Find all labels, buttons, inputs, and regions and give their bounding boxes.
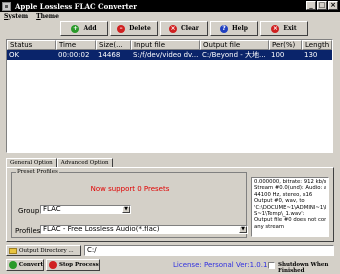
output-directory-input[interactable]: C:/: [84, 245, 334, 256]
preset-count-text: Now support 0 Presets: [90, 185, 170, 193]
toolbar: + Add – Delete × Clear ? Help × Exit: [0, 21, 340, 38]
cell-status: OK: [9, 51, 20, 59]
cell-output-file: C:/Beyond - 大地...: [202, 51, 266, 59]
license-text: License: Personal Ver:1.0.1: [173, 261, 268, 269]
help-button[interactable]: ? Help: [210, 21, 258, 36]
add-button[interactable]: + Add: [60, 21, 108, 36]
log-line: Output file #0 does not contain: [254, 217, 326, 224]
delete-button[interactable]: – Delete: [110, 21, 158, 36]
convert-button[interactable]: Convert: [6, 259, 44, 271]
shutdown-checkbox[interactable]: [268, 262, 275, 269]
log-line: Stream #0.0(und): Audio: alac,: [254, 185, 326, 192]
column-size[interactable]: Size(...: [96, 40, 131, 50]
file-list-table[interactable]: Status Time Size(... Input file Output f…: [6, 39, 333, 153]
stop-process-button[interactable]: Stop Process: [46, 259, 100, 271]
plus-icon: +: [71, 24, 80, 33]
column-input-file[interactable]: Input file: [131, 40, 200, 50]
column-time[interactable]: Time: [56, 40, 96, 50]
general-option-panel: Preset Profiles Now support 0 Presets Gr…: [6, 167, 334, 242]
delete-icon: –: [117, 24, 126, 33]
cell-size: 14468: [98, 51, 121, 59]
log-output[interactable]: 0.000000, bitrate: 912 kb/s Stream #0.0(…: [251, 177, 329, 237]
cell-percent: 100: [271, 51, 285, 59]
window-controls: _ □ ×: [306, 1, 338, 10]
clear-button[interactable]: × Clear: [160, 21, 208, 36]
menu-bar: System Theme: [0, 12, 340, 21]
preset-profiles-legend: Preset Profiles: [16, 169, 59, 175]
table-row[interactable]: OK 00:00:02 14468 S:/f/dev/video dv... C…: [7, 50, 332, 60]
column-output-file[interactable]: Output file: [200, 40, 269, 50]
profiles-select[interactable]: FLAC - Free Lossless Audio(*.flac) ▼: [40, 225, 248, 234]
output-directory-button[interactable]: Output Directory ...: [6, 245, 81, 256]
profiles-label: Profiles:: [15, 227, 43, 235]
convert-icon: [9, 261, 17, 269]
preset-profiles-group: Preset Profiles Now support 0 Presets Gr…: [11, 169, 248, 238]
column-status[interactable]: Status: [7, 40, 56, 50]
exit-button[interactable]: × Exit: [260, 21, 308, 36]
menu-system[interactable]: System: [0, 12, 32, 21]
column-length[interactable]: Length: [302, 40, 332, 50]
app-icon: [2, 1, 11, 11]
cell-length: 130: [304, 51, 318, 59]
clear-icon: ×: [169, 24, 178, 33]
maximize-button[interactable]: □: [317, 1, 327, 10]
exit-icon: ×: [271, 24, 280, 33]
cell-time: 00:00:02: [58, 51, 90, 59]
group-select[interactable]: FLAC ▼: [40, 205, 131, 214]
group-label: Group:: [18, 207, 42, 215]
window-title: Apple Lossless FLAC Converter: [15, 1, 137, 11]
folder-icon: [9, 247, 17, 254]
log-line: any stream: [254, 223, 284, 230]
stop-icon: [49, 261, 57, 269]
chevron-down-icon[interactable]: ▼: [239, 226, 247, 233]
minimize-button[interactable]: _: [306, 1, 316, 10]
title-bar: Apple Lossless FLAC Converter _ □ ×: [0, 0, 340, 12]
column-percent[interactable]: Per(%): [269, 40, 302, 50]
close-button[interactable]: ×: [328, 1, 338, 10]
menu-theme[interactable]: Theme: [32, 12, 63, 21]
table-header: Status Time Size(... Input file Output f…: [7, 40, 332, 50]
help-icon: ?: [220, 24, 229, 33]
chevron-down-icon[interactable]: ▼: [122, 206, 130, 213]
cell-input-file: S:/f/dev/video dv...: [133, 51, 199, 59]
shutdown-label[interactable]: Shutdown When Finished: [278, 262, 340, 274]
